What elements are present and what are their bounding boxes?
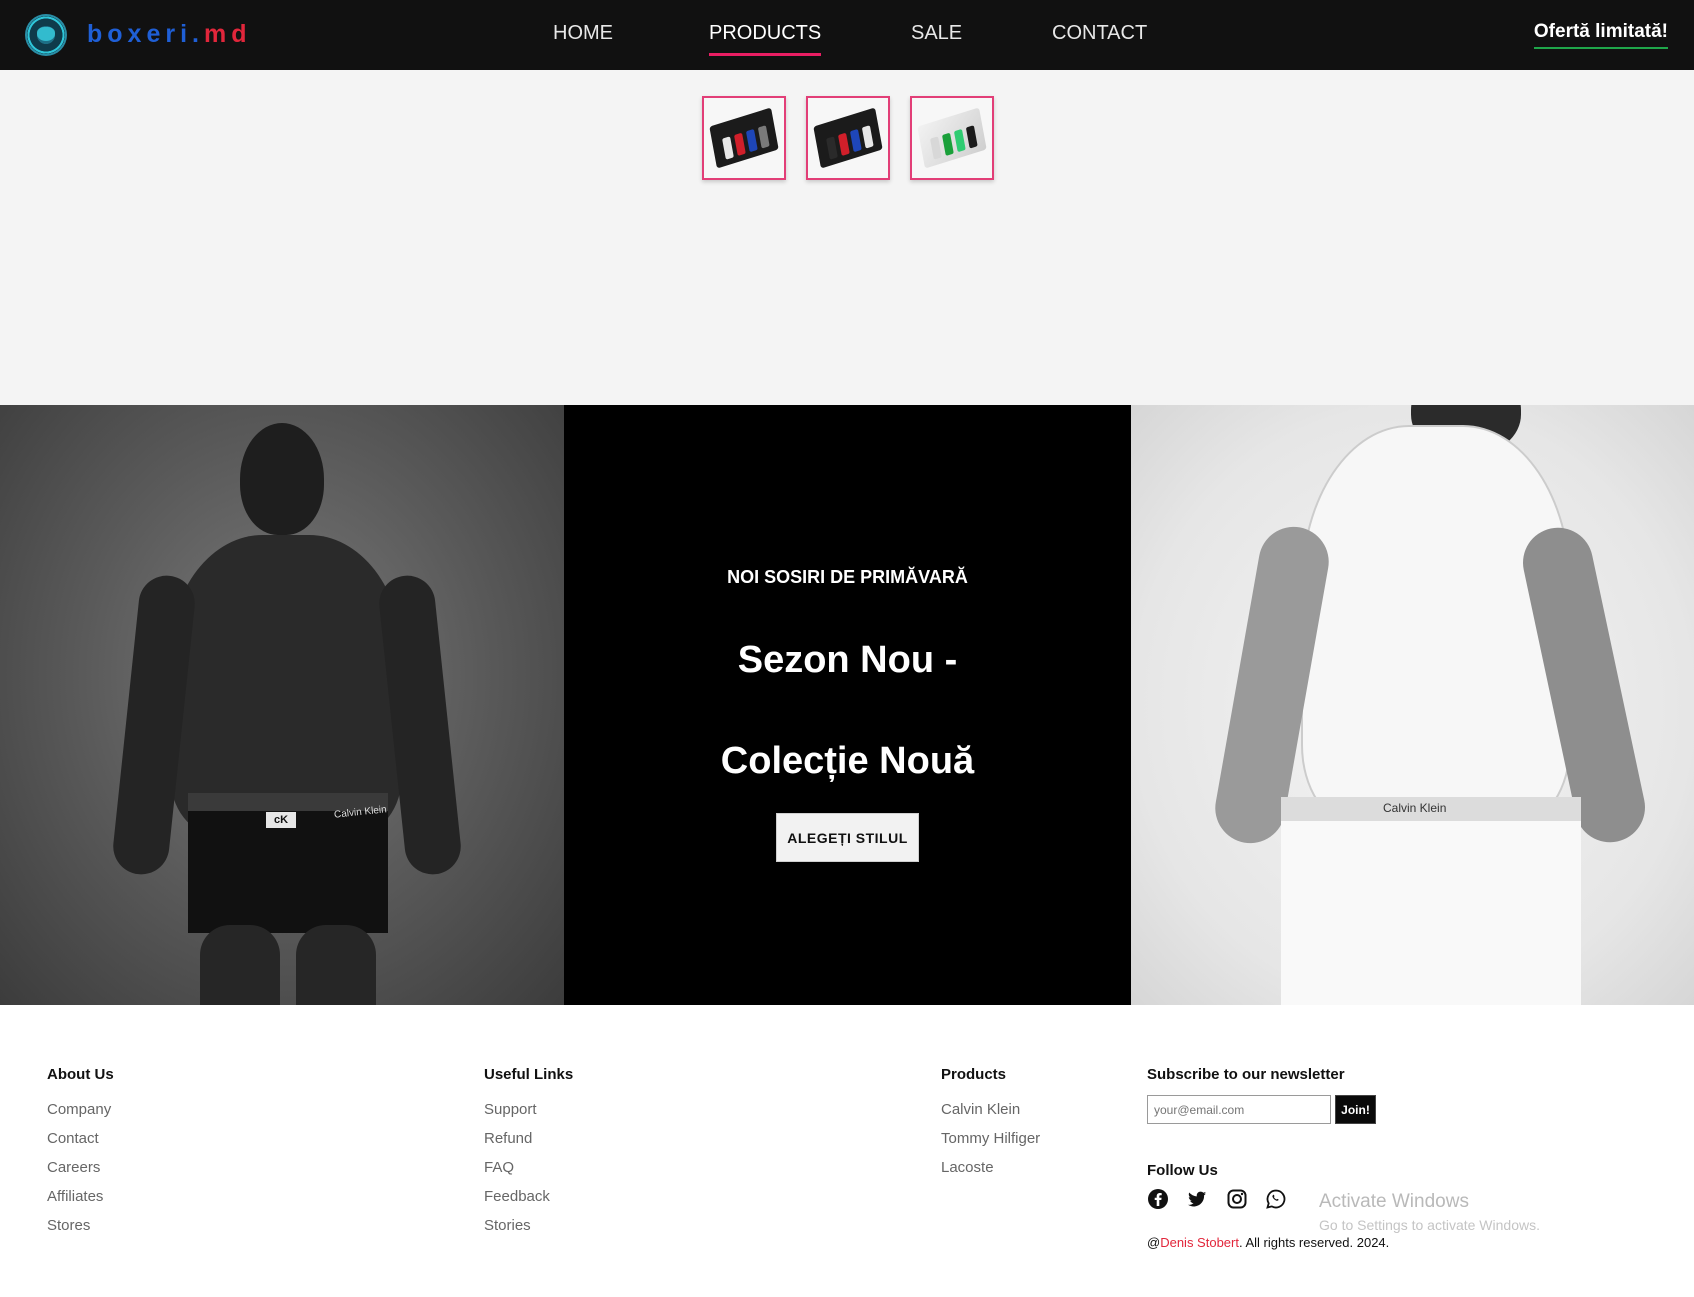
footer-about-title: About Us <box>47 1066 114 1083</box>
product-stripe <box>757 125 770 149</box>
footer-products-title: Products <box>941 1066 1007 1083</box>
product-stripe <box>953 128 966 153</box>
product-stripe <box>941 132 954 156</box>
product-thumbnail[interactable] <box>702 96 786 180</box>
footer-link-calvin-klein[interactable]: Calvin Klein <box>941 1101 1020 1118</box>
waistband-logo: cK <box>266 812 296 828</box>
copyright-text: @Denis Stobert. All rights reserved. 202… <box>1147 1235 1389 1250</box>
product-stripe <box>861 125 874 149</box>
site-footer: About Us Company Contact Careers Affilia… <box>0 1005 1694 1297</box>
facebook-icon[interactable] <box>1147 1188 1169 1210</box>
nav-sale[interactable]: SALE <box>911 22 962 45</box>
brand-name-part2: md <box>203 20 252 48</box>
activate-windows-subtitle: Go to Settings to activate Windows. <box>1319 1217 1540 1233</box>
footer-link-tommy-hilfiger[interactable]: Tommy Hilfiger <box>941 1130 1040 1147</box>
product-thumbnail[interactable] <box>806 96 890 180</box>
footer-link-contact[interactable]: Contact <box>47 1130 99 1147</box>
footer-link-company[interactable]: Company <box>47 1101 111 1118</box>
model-torso <box>170 535 402 835</box>
product-thumbnail[interactable] <box>910 96 994 180</box>
waistband-text: Calvin Klein <box>1383 801 1447 815</box>
instagram-icon[interactable] <box>1226 1188 1248 1210</box>
footer-link-lacoste[interactable]: Lacoste <box>941 1159 994 1176</box>
choose-style-button[interactable]: ALEGEȚI STILUL <box>776 813 919 862</box>
site-header: boxeri.md HOME PRODUCTS SALE CONTACT Ofe… <box>0 0 1694 70</box>
model-leg <box>200 925 280 1005</box>
model-shorts <box>1281 797 1581 1005</box>
activate-windows-title: Activate Windows <box>1319 1191 1469 1212</box>
hero-title-line1: Sezon Nou - <box>737 639 958 681</box>
brand-name[interactable]: boxeri.md <box>87 20 251 49</box>
product-stripe <box>733 132 746 156</box>
model-leg <box>296 925 376 1005</box>
product-stripe <box>930 136 942 160</box>
logo-icon[interactable] <box>25 14 67 56</box>
nav-products[interactable]: PRODUCTS <box>709 22 822 56</box>
twitter-icon[interactable] <box>1186 1188 1208 1210</box>
whatsapp-icon[interactable] <box>1265 1188 1287 1210</box>
product-stripe <box>849 128 862 153</box>
copyright-author-link[interactable]: Denis Stobert <box>1160 1235 1239 1250</box>
footer-link-refund[interactable]: Refund <box>484 1130 532 1147</box>
product-box-image <box>813 107 883 169</box>
footer-link-stories[interactable]: Stories <box>484 1217 531 1234</box>
hero-text-panel: NOI SOSIRI DE PRIMĂVARĂ Sezon Nou - Cole… <box>564 405 1131 1005</box>
follow-us-title: Follow Us <box>1147 1162 1218 1179</box>
footer-link-stores[interactable]: Stores <box>47 1217 90 1234</box>
footer-link-careers[interactable]: Careers <box>47 1159 100 1176</box>
brand-name-part1: boxeri. <box>87 20 204 48</box>
footer-link-support[interactable]: Support <box>484 1101 537 1118</box>
hero-title-line2: Colecție Nouă <box>720 740 975 782</box>
copyright-prefix: @ <box>1147 1235 1161 1250</box>
newsletter-email-input[interactable] <box>1147 1095 1331 1124</box>
hero-photo-right: Calvin Klein <box>1131 405 1694 1005</box>
footer-link-feedback[interactable]: Feedback <box>484 1188 550 1205</box>
limited-offer-link[interactable]: Ofertă limitată! <box>1533 21 1669 49</box>
product-box-image <box>709 107 779 169</box>
footer-useful-title: Useful Links <box>484 1066 574 1083</box>
product-stripe <box>965 125 978 149</box>
hero-banner: cK Calvin Klein NOI SOSIRI DE PRIMĂVARĂ … <box>0 405 1694 1005</box>
model-head <box>240 423 324 535</box>
footer-link-affiliates[interactable]: Affiliates <box>47 1188 103 1205</box>
hero-kicker: NOI SOSIRI DE PRIMĂVARĂ <box>727 567 968 587</box>
footer-link-faq[interactable]: FAQ <box>484 1159 514 1176</box>
nav-contact[interactable]: CONTACT <box>1052 22 1147 45</box>
product-box-image <box>917 107 987 169</box>
product-stripe <box>745 128 758 153</box>
hero-photo-left: cK Calvin Klein <box>0 405 564 1005</box>
product-stripe <box>837 132 850 156</box>
product-thumbnail-strip <box>0 70 1694 405</box>
copyright-suffix: . All rights reserved. 2024. <box>1238 1235 1390 1250</box>
product-stripe <box>826 136 838 160</box>
newsletter-join-button[interactable]: Join! <box>1335 1095 1376 1124</box>
product-stripe <box>722 136 734 160</box>
newsletter-title: Subscribe to our newsletter <box>1147 1066 1345 1083</box>
model-tshirt <box>1301 425 1571 825</box>
nav-home[interactable]: HOME <box>553 22 613 45</box>
